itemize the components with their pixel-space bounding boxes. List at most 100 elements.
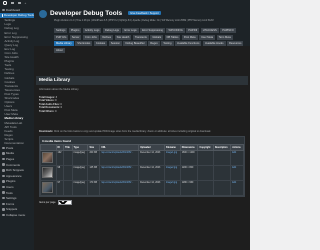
tab-item[interactable]: Activity Logs	[82, 28, 102, 33]
cell-filename: image1.jpg	[163, 150, 181, 167]
menu-posts-label: Posts	[6, 145, 14, 150]
tab-item[interactable]: PHP Info	[54, 34, 69, 40]
actions-link[interactable]: Edit	[232, 167, 236, 169]
tab-item[interactable]: WPCONFIG	[166, 28, 185, 33]
cell-dimensions: 1600 × 1200	[179, 150, 199, 167]
media-thumbnail[interactable]	[42, 182, 53, 194]
table-body: 102 image/jpeg 200 KB/wp-content/uploads/2…	[40, 150, 244, 197]
cell-actions: Edit	[230, 180, 244, 197]
table-row: 98 image/jpeg 145 KB/wp-content/uploads/20…	[40, 165, 244, 182]
cell-url: /wp-content/uploads/2024/05/...	[99, 180, 140, 197]
collapse-icon	[2, 213, 5, 217]
url-link[interactable]: /wp-content/uploads/2024/05/...	[101, 182, 133, 184]
media-thumbnail[interactable]	[42, 152, 53, 164]
comment-icon	[2, 163, 5, 166]
page-icon	[2, 157, 5, 161]
menu-settings-label: Settings	[6, 196, 17, 201]
tab-item[interactable]: Settings	[54, 28, 68, 33]
tab-item[interactable]: Error Logs	[122, 28, 139, 33]
tab-item[interactable]: DB Tables	[164, 34, 181, 40]
media-thumbnail[interactable]	[42, 167, 53, 179]
wordpress-logo-icon[interactable]	[3, 1, 7, 5]
brush-icon	[2, 174, 5, 178]
total-row: Total Others: 0	[39, 110, 248, 113]
tab-item[interactable]: HTACCESS	[200, 28, 219, 33]
filename-link[interactable]: image2.jpg	[166, 167, 177, 169]
thumbnail-cell	[40, 165, 57, 182]
admin-sidebar: Dashboard Developer Debug Tools Settings…	[0, 6, 34, 250]
filename-link[interactable]: image1.jpg	[166, 152, 177, 154]
panel-title: 3 media items found	[42, 138, 72, 143]
filename-link[interactable]: image3.jpg	[166, 182, 177, 184]
tab-item[interactable]: Shortcodes	[75, 41, 93, 46]
tab-item[interactable]: Server	[69, 34, 82, 40]
menu-snippets-label: Rich Snippets	[6, 168, 24, 173]
tab-item[interactable]: About	[54, 47, 65, 53]
tab-item[interactable]: Available Hooks	[202, 41, 226, 46]
debug-submenu: Settings Logs Debug Log Error Log Error Supp…	[0, 18, 34, 145]
code-icon	[2, 208, 5, 211]
menu-plugins-label: Plugins	[6, 179, 16, 184]
home-icon[interactable]	[10, 1, 14, 5]
tab-content: Media Library Information about the Medi…	[36, 76, 248, 205]
tab-item[interactable]: PHP.INI	[186, 28, 200, 33]
collapse-menu-label: Collapse menu	[6, 213, 26, 218]
cell-actions: Edit	[230, 165, 244, 182]
tab-item[interactable]: Plugins	[68, 28, 82, 33]
actions-link[interactable]: Edit	[232, 152, 236, 154]
cell-id: 102	[55, 150, 65, 167]
tab-item[interactable]: Regex	[148, 41, 160, 46]
tab-item[interactable]: Available Functions	[175, 41, 202, 46]
media-panel: 3 media items found ID Title Type Size URL Up…	[39, 136, 245, 198]
menu-appearance-label: Appearance	[6, 173, 22, 178]
total-label: Total Others:	[39, 109, 55, 113]
downloads-text: Click on the links below to copy and upd…	[53, 130, 211, 134]
tab-item[interactable]: Error Suppressing	[140, 28, 165, 33]
tab-item[interactable]: Session	[108, 41, 122, 46]
tab-item[interactable]: Media Library	[54, 41, 74, 46]
cell-size: 200 KB	[87, 150, 101, 167]
tab-item[interactable]: Transients	[132, 34, 149, 40]
cell-description	[212, 150, 232, 167]
pin-icon	[2, 146, 5, 150]
tab-item[interactable]: Resources	[227, 41, 244, 46]
feedback-button[interactable]: Give Feedback / Support	[128, 11, 161, 15]
tab-item[interactable]: Post Meta	[181, 34, 198, 40]
cell-uploaded: December 12, 2023	[138, 165, 165, 182]
tab-item[interactable]: Defines	[100, 34, 114, 40]
cell-description	[212, 165, 232, 182]
url-link[interactable]: /wp-content/uploads/2024/05/...	[101, 167, 133, 169]
tab-item[interactable]: PHPINFO	[220, 28, 236, 33]
actions-link[interactable]: Edit	[232, 182, 236, 184]
downloads-note: Downloads: Click on the links below to c…	[39, 130, 248, 133]
tab-item[interactable]: Testing	[161, 41, 174, 46]
tab-item[interactable]: Term Meta	[216, 34, 233, 40]
cell-uploaded: December 12, 2023	[138, 180, 165, 197]
cell-dimensions: 1200 × 800	[179, 165, 199, 182]
menu-comments-label: Comments	[6, 162, 20, 167]
tab-item[interactable]: Globals	[150, 34, 164, 40]
menu-snippets2-label: Snippets	[6, 207, 18, 212]
menu-users-label: Users	[6, 185, 14, 190]
tab-item[interactable]: Site Health	[114, 34, 132, 40]
tab-item[interactable]: Debug Beautifier	[123, 41, 147, 46]
tab-item[interactable]: User Meta	[199, 34, 216, 40]
wrench-icon	[2, 191, 5, 194]
cell-size: 170 KB	[87, 180, 101, 197]
url-link[interactable]: /wp-content/uploads/2024/05/...	[101, 152, 133, 154]
main-content: Developer Debug Tools Give Feedback / Su…	[34, 6, 250, 250]
tab-item[interactable]: Cookies	[93, 41, 108, 46]
collapse-menu-button[interactable]: Collapse menu	[0, 212, 34, 218]
items-per-page-select[interactable]: 10	[57, 200, 72, 205]
menu-tools-label: Tools	[6, 190, 13, 195]
cell-copyright	[197, 165, 214, 182]
tab-item[interactable]: Cron Jobs	[82, 34, 99, 40]
cell-copyright	[197, 180, 214, 197]
comments-icon[interactable]	[17, 1, 21, 5]
tab-item[interactable]: Debug Logs	[102, 28, 121, 33]
user-icon	[2, 185, 5, 189]
cell-url: /wp-content/uploads/2024/05/...	[99, 150, 140, 167]
pager-label: Items per page	[39, 200, 56, 204]
new-icon[interactable]: +	[25, 1, 27, 5]
total-value: 0	[55, 109, 57, 113]
